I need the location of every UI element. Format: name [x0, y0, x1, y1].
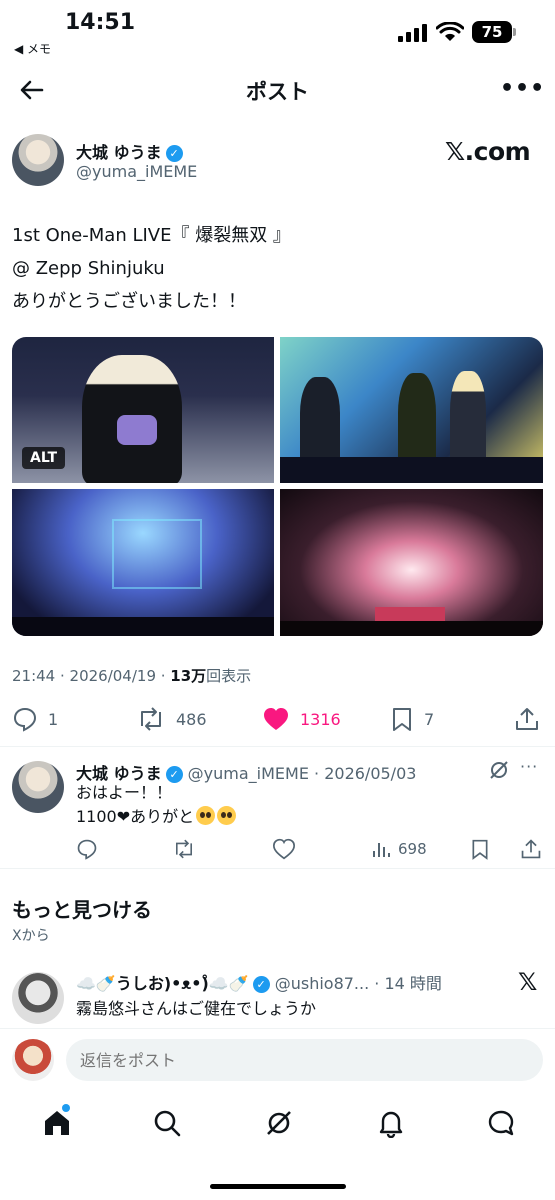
reply-actions: 698: [0, 834, 555, 864]
author-avatar[interactable]: [12, 134, 64, 186]
reply-author-avatar[interactable]: [12, 761, 64, 813]
discover-subtitle: Xから: [12, 928, 50, 944]
reply-text: おはよー！！ 1100❤ありがと: [76, 781, 237, 829]
recommended-author-name[interactable]: ☁️🍼うしお)•ᴥ•)̊☁️🍼: [76, 974, 249, 993]
x-com-logo: 𝕏.com: [445, 137, 531, 166]
media-photo-3[interactable]: [12, 489, 274, 636]
recommended-text[interactable]: 霧島悠斗さんはご健在でしょうか: [76, 995, 316, 1019]
reply-more-button[interactable]: ···: [520, 757, 538, 776]
post-timestamp: 21:44 · 2026/04/19 ·: [12, 667, 171, 685]
back-to-app-link[interactable]: ◀ メモ: [14, 40, 51, 57]
reply-repost-button[interactable]: [172, 834, 202, 864]
signal-icon: [398, 24, 427, 42]
discover-heading: もっと見つける: [12, 898, 152, 922]
reply-text-line: おはよー！！: [76, 783, 173, 802]
bookmark-count: 7: [424, 709, 435, 729]
reply-icon: [13, 707, 37, 732]
reply-view-count: 698: [398, 840, 427, 858]
my-avatar: [12, 1039, 54, 1081]
reply-button[interactable]: 1: [12, 700, 58, 738]
grok-icon[interactable]: [264, 1108, 294, 1138]
share-icon: [516, 708, 538, 730]
media-photo-2[interactable]: [280, 337, 543, 483]
post-text: 1st One-Man LIVE『 爆裂無双 』 @ Zepp Shinjuku…: [12, 219, 291, 318]
divider: [0, 746, 555, 747]
repost-button[interactable]: 486: [136, 700, 207, 738]
recommended-handle-time[interactable]: @ushio87... · 14 時間: [275, 974, 442, 993]
reply-text-line-row: 1100❤ありがと: [76, 805, 237, 829]
grok-icon[interactable]: [488, 759, 510, 781]
reply-share-button[interactable]: [520, 834, 548, 864]
views-chart-icon: [373, 843, 390, 857]
battery-tip: [513, 28, 516, 36]
heart-icon: [272, 838, 296, 860]
verified-badge-icon: ✓: [252, 976, 270, 993]
repost-icon: [176, 839, 192, 859]
like-count: 1316: [300, 709, 341, 729]
view-count-label: 回表示: [206, 667, 252, 685]
verified-badge-icon: ✓: [165, 145, 183, 162]
notification-dot: [62, 1104, 70, 1112]
view-count: 13万: [170, 667, 207, 685]
notifications-bell-icon[interactable]: [376, 1108, 406, 1138]
recommended-header: ☁️🍼うしお)•ᴥ•)̊☁️🍼 ✓ @ushio87... · 14 時間: [76, 970, 442, 994]
reply-views-button[interactable]: 698: [372, 834, 427, 864]
home-indicator: [210, 1184, 346, 1189]
reply-reply-button[interactable]: [76, 834, 104, 864]
alt-badge[interactable]: ALT: [22, 447, 65, 469]
more-options-button[interactable]: •••: [500, 76, 545, 101]
messages-icon[interactable]: [486, 1108, 516, 1138]
bookmark-icon: [393, 708, 411, 731]
reply-count: 1: [48, 709, 59, 729]
share-button[interactable]: [514, 700, 550, 738]
reply-icon: [77, 839, 97, 860]
media-photo-1[interactable]: ALT: [12, 337, 274, 483]
wifi-icon: [436, 22, 464, 41]
like-button[interactable]: 1316: [262, 700, 341, 738]
post-meta: 21:44 · 2026/04/19 · 13万回表示: [12, 665, 251, 686]
media-grid: ALT: [12, 337, 543, 636]
post-text-line: 1st One-Man LIVE『 爆裂無双 』: [12, 225, 291, 246]
battery-icon: 75: [472, 21, 512, 43]
reply-like-button[interactable]: [272, 834, 302, 864]
divider: [0, 868, 555, 869]
repost-count: 486: [176, 709, 207, 729]
pleading-face-icon: [196, 806, 216, 825]
recommended-author-avatar[interactable]: [12, 972, 64, 1024]
search-icon[interactable]: [152, 1108, 182, 1138]
post-text-line: @ Zepp Shinjuku: [12, 258, 165, 279]
repost-icon: [141, 707, 161, 731]
pleading-face-icon: [217, 806, 237, 825]
bookmark-button[interactable]: 7: [390, 700, 434, 738]
share-icon: [521, 839, 541, 859]
post-actions: 1 486 1316 7: [0, 700, 555, 738]
status-time: 14:51: [65, 10, 136, 35]
author-handle[interactable]: @yuma_iMEME: [76, 162, 197, 181]
author-name-row[interactable]: 大城 ゆうま ✓: [76, 139, 183, 163]
reply-input[interactable]: [66, 1039, 543, 1081]
nav-header: ポスト •••: [0, 62, 555, 118]
bookmark-icon: [472, 839, 488, 860]
reply-bookmark-button[interactable]: [470, 834, 496, 864]
media-photo-4[interactable]: [280, 489, 543, 636]
home-icon[interactable]: [42, 1108, 72, 1138]
reply-text-line: 1100❤ありがと: [76, 807, 195, 826]
author-name[interactable]: 大城 ゆうま: [76, 143, 162, 162]
bottom-tab-bar: [0, 1100, 555, 1150]
page-title: ポスト: [246, 80, 309, 104]
status-bar: 14:51 ◀ メモ 75: [0, 0, 555, 62]
heart-filled-icon: [264, 708, 288, 730]
post-text-line: ありがとうございました！！: [12, 291, 246, 312]
x-logo-icon: 𝕏: [518, 968, 538, 996]
